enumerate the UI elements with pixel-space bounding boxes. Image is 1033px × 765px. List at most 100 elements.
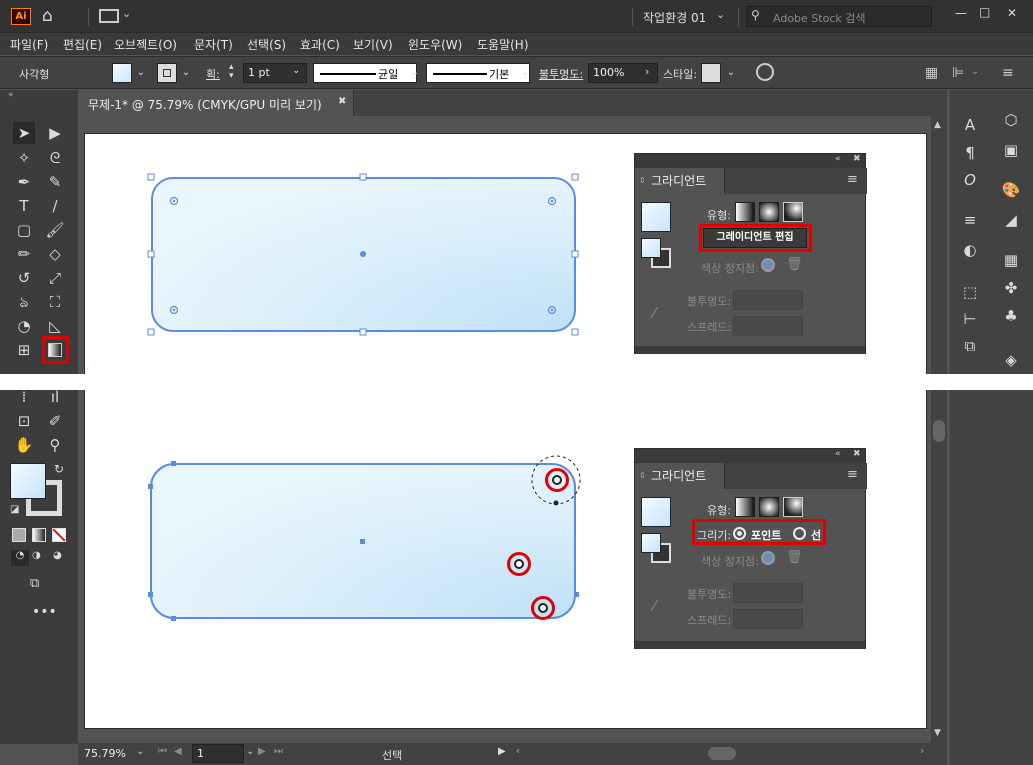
status-menu-icon[interactable]: ▶: [498, 746, 506, 757]
menu-effect[interactable]: 효과(C): [300, 36, 340, 53]
transform-panel-icon[interactable]: ⬚: [955, 280, 985, 304]
prev-artboard-icon[interactable]: ◀: [174, 746, 182, 757]
paragraph-icon[interactable]: ¶: [955, 141, 985, 165]
workspace-switcher[interactable]: 작업환경 01: [643, 9, 706, 26]
menu-object[interactable]: 오브젝트(O): [114, 36, 177, 53]
variable-width-profile[interactable]: 균일: [313, 63, 417, 83]
rotate-icon[interactable]: ↺: [13, 267, 35, 289]
freeform-gradient-button[interactable]: [783, 202, 803, 222]
panel-resize-grip[interactable]: [635, 346, 865, 354]
symbol-sprayer-icon[interactable]: ⁞: [13, 390, 35, 408]
style-chevron-icon[interactable]: ⌄: [724, 66, 738, 80]
shape-builder-icon[interactable]: ◔: [13, 315, 35, 337]
globe-icon[interactable]: [756, 63, 774, 81]
artboard-tool-icon[interactable]: ⊡: [13, 410, 35, 432]
character-icon[interactable]: A: [955, 113, 985, 137]
collapse-tools-icon[interactable]: «: [8, 90, 14, 100]
scroll-thumb[interactable]: [933, 420, 945, 442]
opacity-field[interactable]: 100% ›: [588, 63, 658, 83]
swatches-icon[interactable]: ▦: [996, 248, 1026, 272]
chevron-down-icon[interactable]: ⌄: [122, 7, 131, 20]
fill-stroke-swatch[interactable]: [641, 533, 673, 565]
workspace-layout-icon[interactable]: [99, 9, 119, 23]
minimize-button[interactable]: —: [955, 6, 967, 20]
gradient-panel-tab[interactable]: ⇕ 그라디언트: [635, 168, 725, 194]
slice-icon[interactable]: ✐: [44, 410, 66, 432]
hand-icon[interactable]: ✋: [13, 434, 35, 456]
linear-gradient-button[interactable]: [735, 202, 755, 222]
stroke-chevron-icon[interactable]: ⌄: [179, 66, 193, 80]
curvature-icon[interactable]: ✎: [44, 171, 66, 193]
artboard-chevron-icon[interactable]: ⌄: [246, 746, 254, 757]
home-icon[interactable]: ⌂: [42, 6, 64, 26]
gradient-panel-icon[interactable]: ◢: [996, 208, 1026, 232]
panel-menu-icon[interactable]: ≡: [1002, 65, 1014, 81]
type-icon[interactable]: T: [13, 195, 35, 217]
gradient-preview-swatch[interactable]: [641, 497, 671, 527]
opentype-icon[interactable]: O: [955, 168, 985, 192]
gradient-point-bottom[interactable]: [531, 596, 555, 620]
last-artboard-icon[interactable]: ⏭: [274, 746, 283, 757]
radial-gradient-button[interactable]: [759, 202, 779, 222]
panel-collapse-icon[interactable]: «: [835, 449, 841, 459]
zoom-field[interactable]: 75.79%: [84, 747, 126, 760]
workspace-chevron-icon[interactable]: ⌄: [716, 8, 725, 21]
stroke-stepper[interactable]: ▴ ▾: [229, 63, 241, 83]
menu-select[interactable]: 선택(S): [247, 36, 286, 53]
chart-icon[interactable]: ıl: [44, 390, 66, 408]
color-icon[interactable]: 🎨: [996, 178, 1026, 202]
brush-definition[interactable]: 기본: [426, 63, 530, 83]
mesh-icon[interactable]: ⊞: [13, 339, 35, 361]
free-transform-icon[interactable]: ⛶: [44, 291, 66, 313]
pen-icon[interactable]: ✒: [13, 171, 35, 193]
first-artboard-icon[interactable]: ⏮: [158, 746, 167, 757]
vertical-scrollbar[interactable]: ▼: [931, 390, 947, 744]
panel-close-icon[interactable]: ✖: [853, 449, 861, 459]
panel-collapse-icon[interactable]: «: [835, 154, 841, 164]
menu-edit[interactable]: 편집(E): [63, 36, 102, 53]
brush-chevron-icon[interactable]: ⌄: [518, 66, 532, 80]
panel-close-icon[interactable]: ✖: [853, 154, 861, 164]
line-icon[interactable]: ∕: [44, 195, 66, 217]
scale-icon[interactable]: ⤢: [44, 267, 66, 289]
freeform-gradient-button[interactable]: [783, 497, 803, 517]
close-tab-icon[interactable]: ✖: [338, 96, 346, 107]
menu-window[interactable]: 윈도우(W): [408, 36, 462, 53]
scroll-down-icon[interactable]: ▼: [934, 728, 941, 738]
next-artboard-icon[interactable]: ▶: [258, 746, 266, 757]
profile-chevron-icon[interactable]: ⌄: [408, 66, 422, 80]
pathfinder-icon[interactable]: ⧉: [955, 334, 985, 358]
paintbrush-icon[interactable]: 🖌: [44, 219, 66, 241]
artboard-number-field[interactable]: 1: [192, 744, 244, 763]
gradient-point-top-right[interactable]: [545, 468, 569, 492]
close-window-button[interactable]: ✕: [1007, 6, 1017, 20]
draw-inside-icon[interactable]: ◕: [53, 550, 62, 561]
stroke-panel-icon[interactable]: ≡: [955, 208, 985, 232]
symbols-icon[interactable]: ♣: [996, 304, 1026, 328]
panel-resize-grip[interactable]: [635, 641, 865, 649]
zoom-icon[interactable]: ⚲: [44, 434, 66, 456]
panel-menu-icon[interactable]: ≡: [847, 467, 858, 482]
vertical-scrollbar[interactable]: ▲: [931, 116, 947, 374]
stroke-weight-field[interactable]: 1 pt ⌄: [243, 63, 307, 83]
brushes-icon[interactable]: ✤: [996, 276, 1026, 300]
maximize-button[interactable]: □: [979, 5, 990, 19]
perspective-icon[interactable]: ◺: [44, 315, 66, 337]
rectangle-icon[interactable]: ▢: [13, 219, 35, 241]
gradient-panel-tab[interactable]: ⇕ 그라디언트: [635, 463, 725, 489]
gradient-mode-button[interactable]: [32, 528, 46, 542]
scroll-left-icon[interactable]: ‹: [516, 746, 520, 757]
stock-search-input[interactable]: ⚲ Adobe Stock 검색: [746, 6, 932, 27]
libraries-icon[interactable]: ⬡: [996, 108, 1026, 132]
align-panel-icon[interactable]: ⊢: [955, 307, 985, 331]
lasso-icon[interactable]: ᘓ: [44, 147, 66, 169]
color-mode-button[interactable]: [12, 528, 26, 542]
direct-selection-tool-icon[interactable]: ▶: [44, 122, 66, 144]
gradient-point-middle[interactable]: [507, 552, 531, 576]
transform-chevron-icon[interactable]: ⌄: [971, 66, 979, 77]
default-colors-icon[interactable]: ◪: [10, 504, 19, 515]
scroll-up-icon[interactable]: ▲: [934, 120, 941, 130]
transparency-icon[interactable]: ◐: [955, 238, 985, 262]
radial-gradient-button[interactable]: [759, 497, 779, 517]
menu-view[interactable]: 보기(V): [353, 36, 393, 53]
